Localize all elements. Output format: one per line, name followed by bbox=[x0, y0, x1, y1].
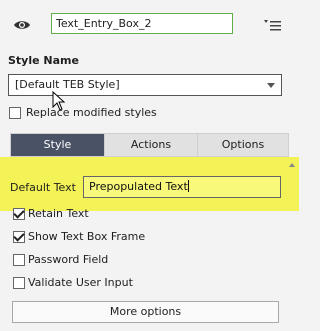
default-text-label: Default Text bbox=[10, 181, 76, 194]
default-text-input[interactable]: Prepopulated Text bbox=[83, 176, 281, 198]
tab-actions[interactable]: Actions bbox=[105, 134, 198, 156]
validate-user-input-label: Validate User Input bbox=[28, 276, 133, 289]
style-select[interactable]: [Default TEB Style] bbox=[8, 74, 282, 96]
text-caret bbox=[187, 180, 189, 192]
tab-bar: Style Actions Options bbox=[10, 133, 289, 157]
tab-style[interactable]: Style bbox=[11, 134, 105, 156]
show-text-box-frame-label: Show Text Box Frame bbox=[28, 230, 146, 243]
password-field-checkbox[interactable] bbox=[13, 254, 25, 266]
style-select-value: [Default TEB Style] bbox=[15, 78, 120, 91]
replace-modified-styles-checkbox[interactable] bbox=[9, 107, 21, 119]
validate-user-input-checkbox[interactable] bbox=[13, 277, 25, 289]
chevron-down-icon bbox=[267, 83, 275, 88]
retain-text-label: Retain Text bbox=[28, 207, 89, 220]
default-text-value: Prepopulated Text bbox=[89, 180, 188, 193]
show-text-box-frame-checkbox[interactable] bbox=[13, 231, 25, 243]
password-field-label: Password Field bbox=[28, 253, 109, 266]
options-menu-icon[interactable] bbox=[264, 19, 282, 33]
eye-icon[interactable] bbox=[13, 18, 31, 32]
tab-options[interactable]: Options bbox=[198, 134, 288, 156]
scroll-up-icon[interactable] bbox=[289, 163, 295, 167]
retain-text-checkbox[interactable] bbox=[13, 208, 25, 220]
more-options-button[interactable]: More options bbox=[12, 301, 279, 323]
style-name-label: Style Name bbox=[8, 54, 79, 67]
replace-modified-styles-label: Replace modified styles bbox=[26, 106, 157, 119]
item-name-input[interactable]: Text_Entry_Box_2 bbox=[51, 13, 233, 34]
